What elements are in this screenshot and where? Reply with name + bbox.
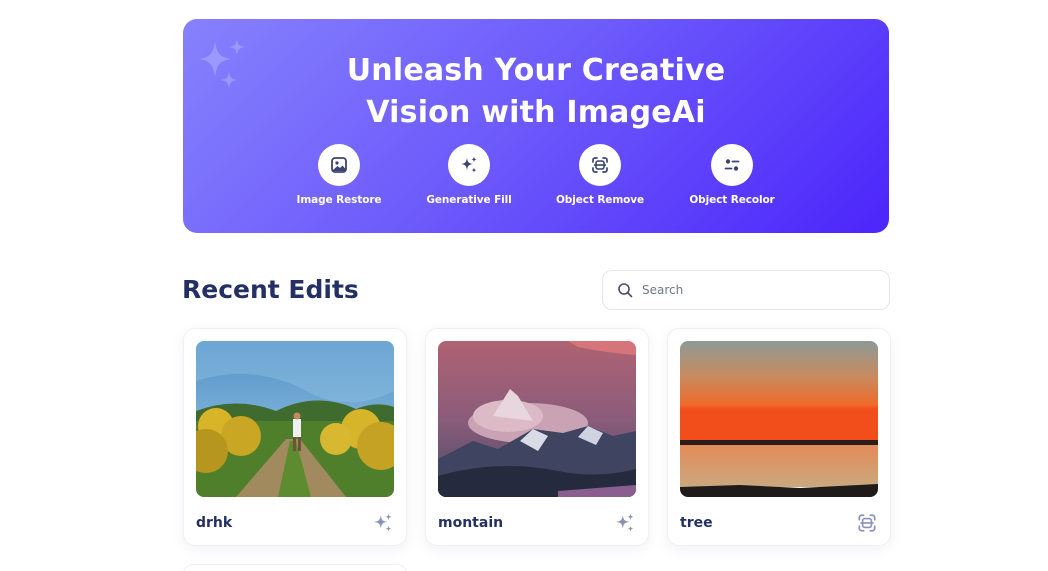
recent-edit-card[interactable]: tree [667, 328, 891, 546]
search-box[interactable] [602, 270, 890, 310]
hero-title-line-2: Vision with ImageAi [366, 95, 706, 130]
mountain-clouds-thumbnail[interactable] [438, 341, 636, 497]
tool-generative-fill-button[interactable] [448, 144, 490, 186]
sparkles-icon [461, 156, 477, 173]
tool-object-recolor[interactable]: Object Recolor [662, 144, 802, 206]
tool-image-restore-label: Image Restore [296, 194, 382, 206]
recent-edit-name: montain [438, 515, 504, 531]
sunset-lake-image [680, 341, 878, 497]
scan-object-icon [592, 157, 608, 173]
recolor-icon [724, 159, 740, 171]
tool-object-remove-label: Object Remove [555, 194, 645, 206]
sparkles-icon [616, 513, 634, 532]
tool-object-recolor-label: Object Recolor [689, 194, 775, 206]
hero-title: Unleash Your Creative Vision with ImageA… [183, 50, 889, 134]
sparkles-icon [374, 513, 392, 532]
tool-image-restore-button[interactable] [318, 144, 360, 186]
recent-edit-name: tree [680, 515, 713, 531]
tool-object-remove[interactable]: Object Remove [530, 144, 670, 206]
sunset-lake-thumbnail[interactable] [680, 341, 878, 497]
image-icon [331, 157, 347, 173]
recent-edit-card[interactable]: montain [425, 328, 649, 546]
tool-list: Image Restore Generative Fill Object Rem… [183, 144, 889, 214]
tool-object-remove-button[interactable] [579, 144, 621, 186]
recent-edit-card-partial[interactable] [183, 564, 407, 571]
card-action-button[interactable] [614, 512, 636, 534]
hero-banner: Unleash Your Creative Vision with ImageA… [183, 19, 889, 233]
tool-generative-fill[interactable]: Generative Fill [399, 144, 539, 206]
search-input[interactable] [642, 283, 872, 297]
tool-object-recolor-button[interactable] [711, 144, 753, 186]
hero-title-line-1: Unleash Your Creative [346, 53, 726, 88]
meadow-path-image [196, 341, 394, 497]
card-action-button[interactable] [856, 512, 878, 534]
app-page: Unleash Your Creative Vision with ImageA… [0, 0, 1048, 571]
tool-generative-fill-label: Generative Fill [426, 194, 512, 206]
recent-edit-name: drhk [196, 515, 233, 531]
search-icon [618, 283, 633, 298]
recent-edits-title: Recent Edits [182, 275, 359, 304]
tool-image-restore[interactable]: Image Restore [269, 144, 409, 206]
mountain-clouds-image [438, 341, 636, 497]
scan-object-icon [858, 514, 876, 532]
meadow-path-thumbnail[interactable] [196, 341, 394, 497]
card-action-button[interactable] [372, 512, 394, 534]
recent-edit-card[interactable]: drhk [183, 328, 407, 546]
